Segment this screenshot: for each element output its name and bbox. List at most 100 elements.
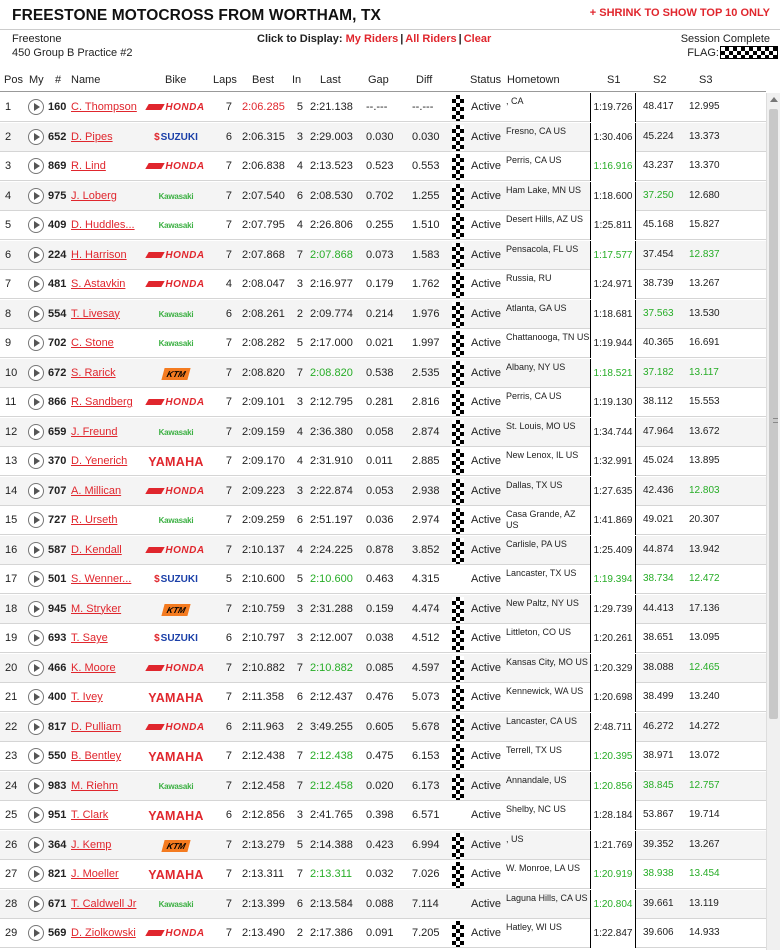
col-my[interactable]: My bbox=[29, 74, 44, 86]
my-riders-link[interactable]: My Riders bbox=[346, 33, 399, 45]
rider-name-link[interactable]: S. Rarick bbox=[71, 367, 144, 379]
play-icon[interactable] bbox=[28, 895, 44, 912]
rider-name-link[interactable]: T. Caldwell Jr bbox=[71, 898, 144, 910]
rider-name-link[interactable]: R. Lind bbox=[71, 160, 144, 172]
col-status[interactable]: Status bbox=[470, 74, 501, 86]
table-row[interactable]: 11 866 R. Sandberg HONDA 7 2:09.101 3 2:12.795 0… bbox=[0, 388, 766, 418]
play-icon[interactable] bbox=[28, 158, 44, 174]
play-icon[interactable] bbox=[28, 836, 44, 853]
play-icon[interactable] bbox=[28, 777, 44, 794]
table-row[interactable]: 17 501 S. Wenner...SUZUKI 5 2:10.600 5 2:10.60… bbox=[0, 565, 766, 595]
scrollbar-thumb[interactable] bbox=[769, 109, 778, 719]
play-icon[interactable] bbox=[28, 807, 44, 823]
play-icon[interactable] bbox=[28, 423, 44, 440]
play-icon[interactable] bbox=[28, 866, 44, 882]
rider-name-link[interactable]: T. Ivey bbox=[71, 691, 144, 703]
rider-name-link[interactable]: B. Bentley bbox=[71, 750, 144, 762]
table-row[interactable]: 28 671 T. Caldwell Jr Kawasaki 7 2:13.399 6 2:1… bbox=[0, 889, 766, 919]
play-icon[interactable] bbox=[28, 541, 44, 558]
table-row[interactable]: 3 869 R. Lind HONDA 7 2:06.838 4 2:13.523 0.523 0… bbox=[0, 152, 766, 182]
table-row[interactable]: 27 821 J. Moeller YAMAHA 7 2:13.311 7 2:13.311 0… bbox=[0, 860, 766, 890]
rider-name-link[interactable]: R. Sandberg bbox=[71, 396, 144, 408]
rider-name-link[interactable]: D. Yenerich bbox=[71, 455, 144, 467]
col-number[interactable]: # bbox=[55, 74, 61, 86]
play-icon[interactable] bbox=[28, 718, 44, 735]
table-row[interactable]: 22 817 D. Pulliam HONDA 6 2:11.963 2 3:49.255 0.… bbox=[0, 712, 766, 742]
table-row[interactable]: 4 975 J. Loberg Kawasaki 7 2:07.540 6 2:08.530 0… bbox=[0, 181, 766, 211]
table-row[interactable]: 7 481 S. Astavkin HONDA 4 2:08.047 3 2:16.977 0.… bbox=[0, 270, 766, 300]
rider-name-link[interactable]: D. Huddles... bbox=[71, 219, 144, 231]
play-icon[interactable] bbox=[28, 394, 44, 410]
table-row[interactable]: 1 160 C. Thompson HONDA 7 2:06.285 5 2:21.138 --… bbox=[0, 93, 766, 123]
rider-name-link[interactable]: K. Moore bbox=[71, 662, 144, 674]
rider-name-link[interactable]: H. Harrison bbox=[71, 249, 144, 261]
rider-name-link[interactable]: A. Millican bbox=[71, 485, 144, 497]
table-row[interactable]: 13 370 D. Yenerich YAMAHA 7 2:09.170 4 2:31.910… bbox=[0, 447, 766, 477]
col-in[interactable]: In bbox=[292, 74, 301, 86]
all-riders-link[interactable]: All Riders bbox=[405, 33, 456, 45]
col-best[interactable]: Best bbox=[252, 74, 274, 86]
rider-name-link[interactable]: J. Moeller bbox=[71, 868, 144, 880]
table-row[interactable]: 24 983 M. Riehm Kawasaki 7 2:12.458 7 2:12.458 0… bbox=[0, 771, 766, 801]
table-row[interactable]: 21 400 T. Ivey YAMAHA 7 2:11.358 6 2:12.437 0.47… bbox=[0, 683, 766, 713]
vertical-scrollbar[interactable] bbox=[766, 93, 780, 950]
table-row[interactable]: 18 945 M. Stryker KTM 7 2:10.759 3 2:31.288 0.15… bbox=[0, 594, 766, 624]
col-gap[interactable]: Gap bbox=[368, 74, 389, 86]
play-icon[interactable] bbox=[28, 925, 44, 941]
play-icon[interactable] bbox=[28, 453, 44, 469]
play-icon[interactable] bbox=[28, 659, 44, 676]
play-icon[interactable] bbox=[28, 571, 44, 587]
play-icon[interactable] bbox=[28, 99, 44, 115]
rider-name-link[interactable]: T. Livesay bbox=[71, 308, 144, 320]
table-row[interactable]: 5 409 D. Huddles... Kawasaki 7 2:07.795 4 2:26.… bbox=[0, 211, 766, 241]
rider-name-link[interactable]: M. Stryker bbox=[71, 603, 144, 615]
rider-name-link[interactable]: D. Pulliam bbox=[71, 721, 144, 733]
table-row[interactable]: 23 550 B. Bentley YAMAHA 7 2:12.438 7 2:12.438 0… bbox=[0, 742, 766, 772]
rider-name-link[interactable]: J. Freund bbox=[71, 426, 144, 438]
rider-name-link[interactable]: C. Stone bbox=[71, 337, 144, 349]
play-icon[interactable] bbox=[28, 364, 44, 381]
rider-name-link[interactable]: S. Wenner... bbox=[71, 573, 144, 585]
col-s3[interactable]: S3 bbox=[699, 74, 712, 86]
col-s1[interactable]: S1 bbox=[607, 74, 620, 86]
rider-name-link[interactable]: J. Kemp bbox=[71, 839, 144, 851]
play-icon[interactable] bbox=[28, 128, 44, 145]
table-row[interactable]: 20 466 K. Moore HONDA 7 2:10.882 7 2:10.882 0.08… bbox=[0, 653, 766, 683]
table-row[interactable]: 6 224 H. Harrison HONDA 7 2:07.868 7 2:07.868 0.… bbox=[0, 240, 766, 270]
rider-name-link[interactable]: D. Pipes bbox=[71, 131, 144, 143]
play-icon[interactable] bbox=[28, 335, 44, 351]
table-row[interactable]: 14 707 A. Millican HONDA 7 2:09.223 3 2:22.874 0… bbox=[0, 476, 766, 506]
play-icon[interactable] bbox=[28, 600, 44, 617]
play-icon[interactable] bbox=[28, 305, 44, 322]
play-icon[interactable] bbox=[28, 482, 44, 499]
shrink-top-10-link[interactable]: + SHRINK TO SHOW TOP 10 ONLY bbox=[590, 7, 770, 19]
rider-name-link[interactable]: T. Saye bbox=[71, 632, 144, 644]
table-row[interactable]: 9 702 C. Stone Kawasaki 7 2:08.282 5 2:17.000 0.… bbox=[0, 329, 766, 359]
play-icon[interactable] bbox=[28, 512, 44, 528]
rider-name-link[interactable]: M. Riehm bbox=[71, 780, 144, 792]
table-row[interactable]: 16 587 D. Kendall HONDA 7 2:10.137 4 2:24.225 0.… bbox=[0, 535, 766, 565]
table-row[interactable]: 25 951 T. Clark YAMAHA 6 2:12.856 3 2:41.765 0.3… bbox=[0, 801, 766, 831]
col-laps[interactable]: Laps bbox=[213, 74, 237, 86]
play-icon[interactable] bbox=[28, 246, 44, 263]
col-diff[interactable]: Diff bbox=[416, 74, 432, 86]
table-row[interactable]: 12 659 J. Freund Kawasaki 7 2:09.159 4 2:36.380… bbox=[0, 417, 766, 447]
play-icon[interactable] bbox=[28, 276, 44, 292]
rider-name-link[interactable]: J. Loberg bbox=[71, 190, 144, 202]
table-row[interactable]: 8 554 T. Livesay Kawasaki 6 2:08.261 2 2:09.774… bbox=[0, 299, 766, 329]
play-icon[interactable] bbox=[28, 748, 44, 764]
col-name[interactable]: Name bbox=[71, 74, 100, 86]
rider-name-link[interactable]: D. Kendall bbox=[71, 544, 144, 556]
table-row[interactable]: 29 569 D. Ziolkowski HONDA 7 2:13.490 2 2:17.38… bbox=[0, 919, 766, 949]
clear-link[interactable]: Clear bbox=[464, 33, 492, 45]
play-icon[interactable] bbox=[28, 630, 44, 646]
rider-name-link[interactable]: T. Clark bbox=[71, 809, 144, 821]
table-row[interactable]: 2 652 D. PipesSUZUKI 6 2:06.315 3 2:29.003 0.03… bbox=[0, 122, 766, 152]
rider-name-link[interactable]: S. Astavkin bbox=[71, 278, 144, 290]
play-icon[interactable] bbox=[28, 187, 44, 204]
col-bike[interactable]: Bike bbox=[165, 74, 186, 86]
table-row[interactable]: 10 672 S. Rarick KTM 7 2:08.820 7 2:08.820 0.538… bbox=[0, 358, 766, 388]
col-hometown[interactable]: Hometown bbox=[507, 74, 560, 86]
play-icon[interactable] bbox=[28, 689, 44, 705]
col-s2[interactable]: S2 bbox=[653, 74, 666, 86]
